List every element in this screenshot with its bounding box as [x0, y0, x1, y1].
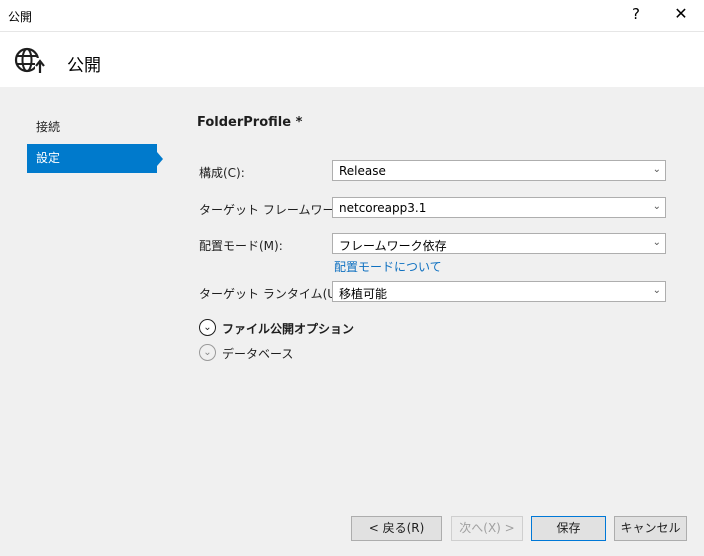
- title-bar: 公開 ? ✕: [0, 0, 704, 32]
- help-button[interactable]: ?: [628, 5, 644, 23]
- deployment-mode-select[interactable]: フレームワーク依存 ⌄: [332, 233, 666, 254]
- expand-chevron-icon: ⌄: [199, 344, 216, 361]
- save-button[interactable]: 保存: [531, 516, 606, 541]
- back-button[interactable]: < 戻る(R): [351, 516, 442, 541]
- target-framework-value: netcoreapp3.1: [339, 201, 427, 215]
- sidebar-item-settings[interactable]: 設定: [27, 144, 163, 173]
- dialog-heading: 公開: [67, 56, 101, 76]
- configuration-label: 構成(C):: [199, 166, 245, 180]
- configuration-select[interactable]: Release ⌄: [332, 160, 666, 181]
- sidebar-item-connection[interactable]: 接続: [27, 113, 157, 142]
- target-framework-select[interactable]: netcoreapp3.1 ⌄: [332, 197, 666, 218]
- file-publish-options-label: ファイル公開オプション: [222, 322, 355, 336]
- chevron-down-icon: ⌄: [652, 201, 661, 212]
- configuration-value: Release: [339, 164, 386, 178]
- database-label: データベース: [222, 347, 294, 361]
- deployment-mode-value: フレームワーク依存: [339, 239, 447, 253]
- target-runtime-select[interactable]: 移植可能 ⌄: [332, 281, 666, 302]
- cancel-button[interactable]: キャンセル: [614, 516, 687, 541]
- chevron-down-icon: ⌄: [652, 164, 661, 175]
- globe-publish-icon: [14, 47, 46, 75]
- chevron-down-icon: ⌄: [652, 285, 661, 296]
- deployment-mode-label: 配置モード(M):: [199, 239, 283, 253]
- chevron-down-icon: ⌄: [652, 237, 661, 248]
- next-button[interactable]: 次へ(X) >: [451, 516, 523, 541]
- target-runtime-label: ターゲット ランタイム(U):: [199, 287, 345, 301]
- deployment-mode-link[interactable]: 配置モードについて: [334, 258, 442, 275]
- window-title: 公開: [8, 10, 33, 24]
- dialog-header: 公開: [0, 32, 704, 87]
- target-runtime-value: 移植可能: [339, 287, 388, 301]
- expand-chevron-icon: ⌄: [199, 319, 216, 336]
- profile-name: FolderProfile *: [197, 115, 303, 130]
- close-button[interactable]: ✕: [672, 4, 690, 23]
